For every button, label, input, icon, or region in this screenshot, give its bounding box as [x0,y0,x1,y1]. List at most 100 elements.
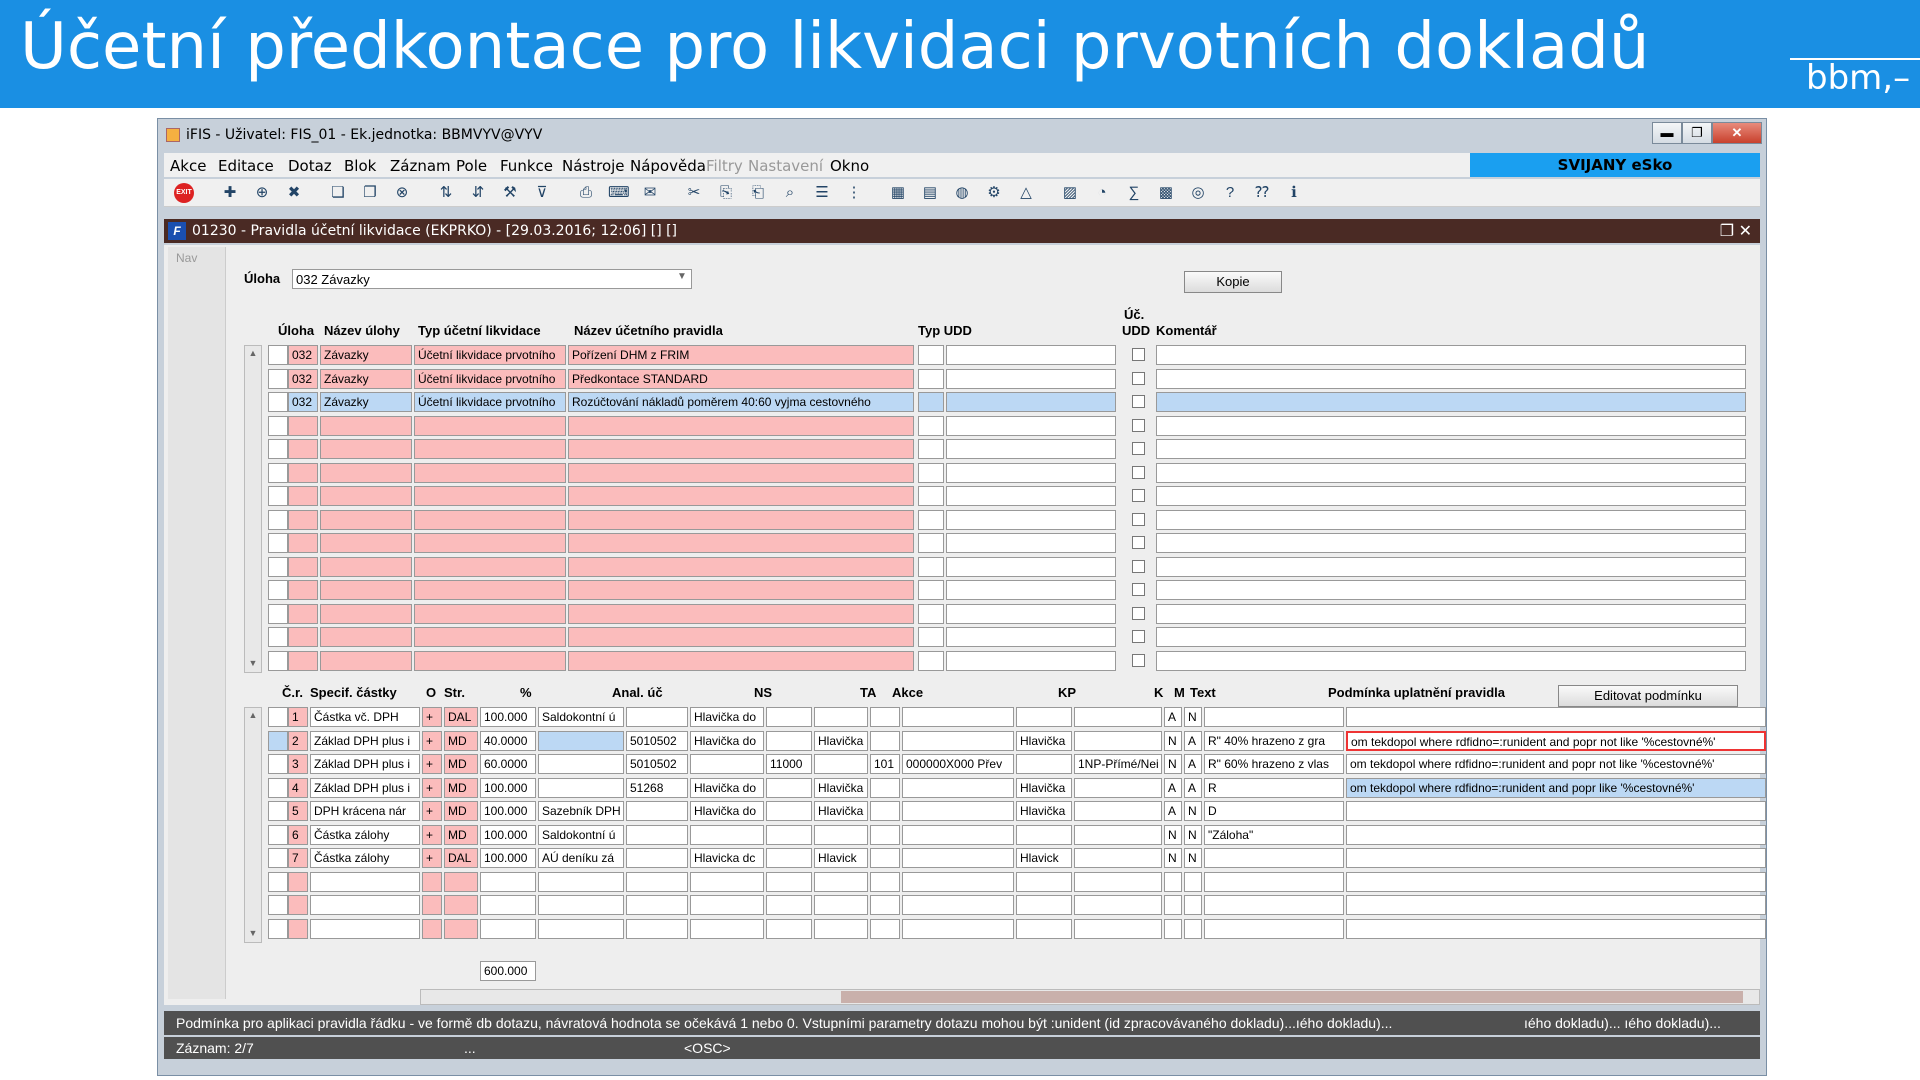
c2-cell[interactable]: Hlavicka dc [690,848,764,868]
c4-cell[interactable]: Hlavick [1016,848,1072,868]
podminka-cell[interactable]: om tekdopol where rdfidno=:runident and … [1346,777,1766,798]
komentar-cell[interactable] [1156,556,1746,577]
k-cell[interactable]: N [1164,754,1182,774]
ta-cell[interactable] [870,871,900,892]
akce-cell[interactable] [902,777,1014,798]
typ-cell[interactable] [414,462,566,483]
cr-cell[interactable]: 7 [288,848,308,868]
komentar-cell[interactable] [1156,439,1746,459]
akce-cell[interactable] [902,801,1014,821]
menu-zaznam[interactable]: Záznam [390,157,451,175]
filter-icon[interactable]: ⊽ [532,183,552,203]
m-cell[interactable]: A [1184,754,1202,774]
c1-cell[interactable]: AÚ deníku zá [538,848,624,868]
text-cell[interactable] [1204,895,1344,915]
m-cell[interactable]: N [1184,824,1202,845]
typ-udd-cell[interactable] [918,580,944,600]
str-cell[interactable]: MD [444,801,478,821]
horizontal-scrollbar[interactable] [420,989,1760,1005]
uloha-cell[interactable] [288,580,318,600]
scroll-up-icon[interactable]: ▲ [247,348,259,360]
pravidlo-cell[interactable] [568,486,914,506]
akce-cell[interactable] [902,895,1014,915]
settings-icon[interactable]: ⚙ [984,183,1004,203]
spec-cell[interactable] [310,918,420,939]
c1-cell[interactable] [538,777,624,798]
nazev-cell[interactable]: Závazky [320,392,412,412]
pct-cell[interactable]: 100.000 [480,824,536,845]
spec-cell[interactable]: DPH krácena nár [310,801,420,821]
text-cell[interactable]: R [1204,777,1344,798]
uc-udd-checkbox[interactable] [1132,465,1145,479]
typ-udd-cell[interactable] [918,650,944,671]
m-cell[interactable]: A [1184,777,1202,798]
uloha-cell[interactable] [288,533,318,553]
nazev-cell[interactable] [320,627,412,647]
m-cell[interactable] [1184,871,1202,892]
komentar-cell[interactable] [1156,627,1746,647]
k-cell[interactable]: N [1164,848,1182,868]
uloha-cell[interactable]: 032 [288,345,318,365]
editovat-podminku-button[interactable]: Editovat podmínku [1558,685,1738,707]
typ-udd-cell[interactable] [918,556,944,577]
typ-cell[interactable]: Účetní likvidace prvotního [414,368,566,389]
uc-udd-checkbox[interactable] [1132,536,1145,549]
o-cell[interactable]: + [422,754,442,774]
scroll-down-icon[interactable]: ▼ [247,658,259,670]
chart-icon[interactable]: ▨ [1060,183,1080,203]
c3-cell[interactable] [814,707,868,727]
udd-desc-cell[interactable] [946,580,1116,600]
text-cell[interactable] [1204,848,1344,868]
komentar-cell[interactable] [1156,533,1746,553]
akce-cell[interactable] [902,871,1014,892]
akce-cell[interactable] [902,707,1014,727]
nazev-cell[interactable] [320,415,412,436]
podminka-cell[interactable] [1346,848,1766,868]
pct-cell[interactable] [480,871,536,892]
calendar-icon[interactable]: ▦ [888,183,908,203]
k-cell[interactable]: A [1164,707,1182,727]
akce-cell[interactable]: 000000X000 Přev [902,754,1014,774]
typ-udd-cell[interactable] [918,392,944,412]
nav-label[interactable]: Nav [176,251,197,265]
uloha-cell[interactable] [288,462,318,483]
ns-cell[interactable] [766,848,812,868]
podminka-cell[interactable]: om tekdopol where rdfidno=:runident and … [1346,754,1766,774]
typ-cell[interactable] [414,603,566,624]
typ-udd-cell[interactable] [918,486,944,506]
c4-cell[interactable] [1016,824,1072,845]
spec-cell[interactable]: Částka vč. DPH [310,707,420,727]
m-cell[interactable] [1184,895,1202,915]
pravidlo-cell[interactable]: Pořízení DHM z FRIM [568,345,914,365]
uc-udd-checkbox[interactable] [1132,606,1145,620]
pie-icon[interactable]: ◔ [1092,183,1112,203]
anal-cell[interactable]: 51268 [626,777,688,798]
c4-cell[interactable] [1016,707,1072,727]
triangle-icon[interactable]: △ [1016,183,1036,203]
c3-cell[interactable]: Hlavick [814,848,868,868]
o-cell[interactable]: + [422,777,442,798]
m-cell[interactable]: A [1184,730,1202,751]
pct-cell[interactable] [480,895,536,915]
kp-cell[interactable] [1074,707,1162,727]
ns-cell[interactable] [766,777,812,798]
str-cell[interactable]: MD [444,754,478,774]
c1-cell[interactable]: Saldokontní ú [538,824,624,845]
typ-cell[interactable] [414,439,566,459]
uloha-cell[interactable] [288,603,318,624]
typ-udd-cell[interactable] [918,462,944,483]
ns-cell[interactable] [766,801,812,821]
spec-cell[interactable]: Základ DPH plus i [310,777,420,798]
pct-cell[interactable]: 100.000 [480,848,536,868]
pravidlo-cell[interactable]: Rozúčtování nákladů poměrem 40:60 vyjma … [568,392,914,412]
menu-funkce[interactable]: Funkce [500,157,553,175]
nazev-cell[interactable] [320,650,412,671]
uc-udd-checkbox[interactable] [1132,418,1145,432]
uc-udd-checkbox[interactable] [1132,489,1145,502]
akce-cell[interactable] [902,918,1014,939]
pravidlo-cell[interactable] [568,650,914,671]
text-cell[interactable] [1204,707,1344,727]
typ-udd-cell[interactable] [918,603,944,624]
typ-udd-cell[interactable] [918,533,944,553]
pravidlo-cell[interactable] [568,439,914,459]
